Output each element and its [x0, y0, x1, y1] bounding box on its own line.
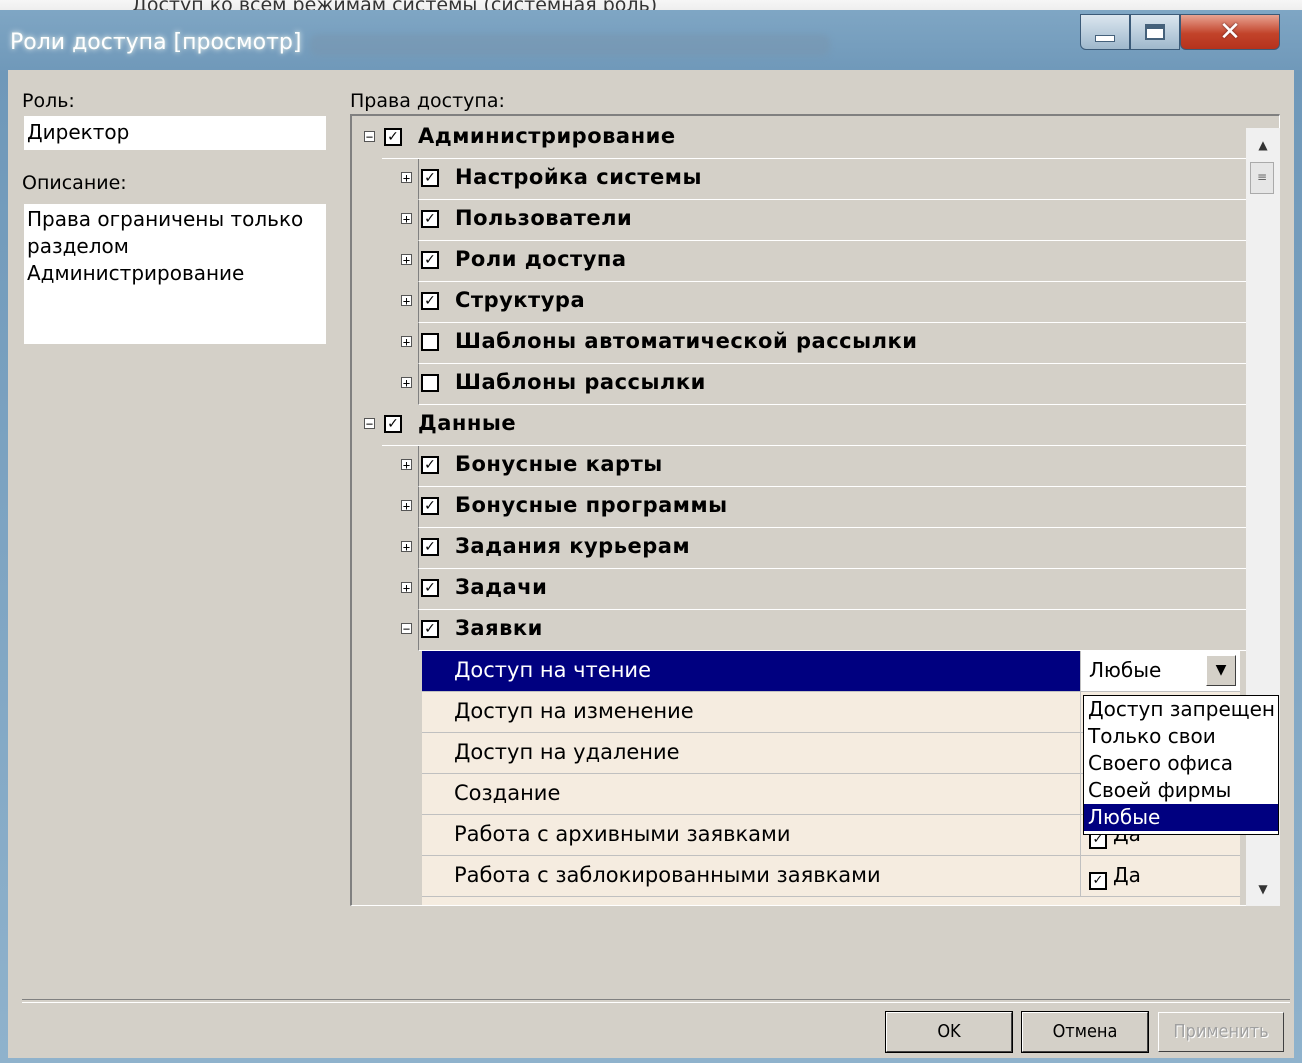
tree-node-label: Структура — [455, 288, 586, 312]
close-button[interactable]: ✕ — [1180, 14, 1280, 50]
title-blurred-region — [310, 34, 830, 56]
tree-node-label: Бонусные программы — [455, 493, 728, 517]
property-name: Создание — [454, 781, 561, 805]
cancel-button[interactable]: Отмена — [1021, 1011, 1149, 1053]
dropdown-option[interactable]: Любые — [1084, 804, 1278, 831]
expand-icon[interactable]: + — [401, 377, 412, 389]
tree-node-label: Заявки — [455, 616, 543, 640]
ok-button[interactable]: OK — [885, 1011, 1013, 1053]
tree-node[interactable]: − ✓ Данные — [364, 405, 1264, 446]
tree-node-label: Бонусные карты — [455, 452, 663, 476]
minimize-button[interactable] — [1080, 14, 1130, 50]
expand-icon[interactable]: + — [401, 541, 412, 553]
tree-node[interactable]: + ✓ Бонусные программы — [401, 487, 1264, 528]
expand-icon[interactable]: + — [401, 254, 412, 266]
description-field[interactable]: Права ограничены только разделом Админис… — [24, 204, 326, 344]
property-value-text: Любые — [1089, 658, 1162, 682]
dropdown-option[interactable]: Только свои — [1084, 723, 1278, 750]
dropdown-option[interactable]: Доступ запрещен — [1084, 696, 1278, 723]
separator — [22, 999, 1290, 1003]
dialog-client-area: Роль: Директор Описание: Права ограничен… — [8, 70, 1294, 1058]
tree-node[interactable]: − ✓ Администрирование — [364, 118, 1264, 159]
property-row[interactable]: Работа с заблокированными заявками ✓ Да — [422, 856, 1240, 897]
tree-node-label: Настройка системы — [455, 165, 702, 189]
tree-node[interactable]: − ✓ Заявки — [401, 610, 1264, 651]
tree-checkbox[interactable]: ✓ — [421, 292, 439, 310]
scroll-down-arrow-icon[interactable]: ▼ — [1246, 872, 1280, 906]
tree-node[interactable]: + ✓ Задачи — [401, 569, 1264, 610]
tree-node-label: Данные — [418, 411, 517, 435]
tree-node[interactable]: + Шаблоны автоматической рассылки — [401, 323, 1264, 364]
apply-button[interactable]: Применить — [1158, 1012, 1284, 1052]
tree-checkbox[interactable]: ✓ — [384, 415, 402, 433]
dropdown-option[interactable]: Своей фирмы — [1084, 777, 1278, 804]
rights-label: Права доступа: — [350, 90, 505, 112]
tree-checkbox[interactable]: ✓ — [421, 456, 439, 474]
tree-checkbox[interactable]: ✓ — [421, 251, 439, 269]
tree-node-label: Задачи — [455, 575, 548, 599]
tree-checkbox[interactable]: ✓ — [421, 210, 439, 228]
tree-node[interactable]: + ✓ Бонусные карты — [401, 446, 1264, 487]
tree-node-label: Задания курьерам — [455, 534, 691, 558]
property-value[interactable]: ✓ Да — [1080, 856, 1240, 896]
collapse-icon[interactable]: − — [364, 418, 375, 430]
expand-icon[interactable]: + — [401, 172, 412, 184]
property-value-text: Да — [1113, 863, 1141, 887]
expand-icon[interactable]: + — [401, 500, 412, 512]
title-bar[interactable]: Роли доступа [просмотр] ✕ — [0, 10, 1302, 70]
property-name: Доступ на удаление — [454, 740, 680, 764]
tree-node-label: Шаблоны рассылки — [455, 370, 706, 394]
tree-checkbox[interactable]: ✓ — [421, 169, 439, 187]
property-name: Работа с заблокированными заявками — [454, 863, 881, 887]
expand-icon[interactable]: + — [401, 336, 412, 348]
tree-checkbox[interactable] — [421, 374, 439, 392]
minimize-icon — [1095, 34, 1115, 42]
collapse-icon[interactable]: − — [364, 131, 375, 143]
window-title: Роли доступа [просмотр] — [10, 30, 302, 55]
close-icon: ✕ — [1219, 17, 1241, 47]
tree-node[interactable]: + ✓ Пользователи — [401, 200, 1264, 241]
expand-icon[interactable]: + — [401, 582, 412, 594]
tree-checkbox[interactable] — [421, 333, 439, 351]
roles-dialog: Роли доступа [просмотр] ✕ Роль: Директор… — [0, 10, 1302, 1063]
dropdown-arrow-icon[interactable]: ▼ — [1206, 655, 1236, 686]
scroll-thumb[interactable]: ≡ — [1250, 162, 1274, 194]
tree-node[interactable]: + ✓ Настройка системы — [401, 159, 1264, 200]
collapse-icon[interactable]: − — [401, 623, 412, 635]
maximize-icon — [1145, 24, 1165, 40]
tree-checkbox[interactable]: ✓ — [384, 128, 402, 146]
role-label: Роль: — [22, 90, 75, 112]
property-name: Работа с архивными заявками — [454, 822, 791, 846]
tree-node-label: Пользователи — [455, 206, 633, 230]
tree-node[interactable]: + ✓ Структура — [401, 282, 1264, 323]
description-label: Описание: — [22, 172, 127, 194]
tree-checkbox[interactable]: ✓ — [421, 620, 439, 638]
tree-node-label: Администрирование — [418, 124, 676, 148]
property-value[interactable]: Любые ▼ — [1080, 651, 1240, 691]
tree-node-label: Шаблоны автоматической рассылки — [455, 329, 918, 353]
expand-icon[interactable]: + — [401, 295, 412, 307]
access-dropdown-list[interactable]: Доступ запрещен Только свои Своего офиса Св… — [1083, 695, 1279, 835]
scroll-up-arrow-icon[interactable]: ▲ — [1246, 128, 1280, 162]
tree-node[interactable]: + ✓ Задания курьерам — [401, 528, 1264, 569]
tree-checkbox[interactable]: ✓ — [421, 497, 439, 515]
maximize-button[interactable] — [1130, 14, 1180, 50]
tree-checkbox[interactable]: ✓ — [421, 538, 439, 556]
property-row[interactable]: Доступ на чтение Любые ▼ — [422, 651, 1240, 692]
value-checkbox[interactable]: ✓ — [1089, 872, 1107, 890]
expand-icon[interactable]: + — [401, 213, 412, 225]
tree-checkbox[interactable]: ✓ — [421, 579, 439, 597]
property-name: Доступ на чтение — [454, 658, 651, 682]
tree-node-label: Роли доступа — [455, 247, 627, 271]
property-row[interactable] — [422, 897, 1240, 905]
tree-node[interactable]: + Шаблоны рассылки — [401, 364, 1264, 405]
expand-icon[interactable]: + — [401, 459, 412, 471]
dropdown-option[interactable]: Своего офиса — [1084, 750, 1278, 777]
tree-node[interactable]: + ✓ Роли доступа — [401, 241, 1264, 282]
role-field[interactable]: Директор — [24, 116, 326, 150]
property-name: Доступ на изменение — [454, 699, 694, 723]
